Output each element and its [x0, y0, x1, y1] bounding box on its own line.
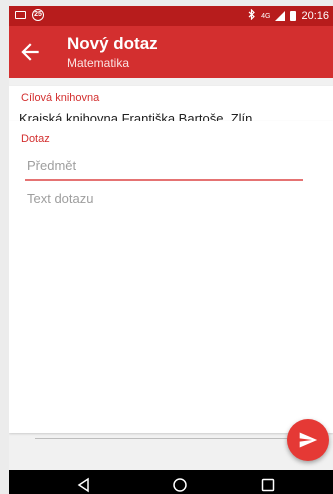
query-label: Dotaz	[21, 133, 50, 145]
bluetooth-icon	[248, 8, 256, 23]
back-button[interactable]	[17, 39, 43, 65]
subject-input[interactable]	[25, 151, 303, 181]
notification-count-badge: 25	[32, 9, 44, 21]
battery-icon	[290, 11, 297, 21]
nav-back-button[interactable]	[75, 476, 93, 494]
app-bar: Nový dotaz Matematika	[9, 26, 333, 78]
triangle-back-icon	[77, 477, 89, 493]
square-recents-icon	[261, 478, 275, 492]
status-bar: 25 4G 20:16	[9, 6, 333, 26]
send-icon	[299, 432, 318, 448]
query-text-input[interactable]	[25, 189, 307, 433]
status-bar-right: 4G 20:16	[248, 8, 329, 23]
circle-home-icon	[173, 478, 187, 492]
library-label: Cílová knihovna	[21, 92, 100, 104]
query-card: Dotaz	[9, 121, 333, 433]
page-title: Nový dotaz	[67, 34, 158, 53]
status-bar-left: 25	[15, 9, 44, 21]
nav-recents-button[interactable]	[259, 476, 277, 494]
nav-home-button[interactable]	[171, 476, 189, 494]
status-time: 20:16	[301, 10, 329, 22]
arrow-back-icon	[21, 43, 39, 61]
screenshot-notification-icon	[15, 11, 26, 19]
bottom-divider	[35, 438, 297, 439]
network-type-label: 4G	[261, 12, 271, 20]
send-button[interactable]	[287, 419, 329, 461]
app-screen: 25 4G 20:16 Nový dotaz Matematika Cílová…	[9, 6, 333, 494]
page-subtitle: Matematika	[67, 56, 130, 70]
signal-strength-icon	[275, 11, 286, 21]
navigation-bar	[9, 470, 333, 494]
